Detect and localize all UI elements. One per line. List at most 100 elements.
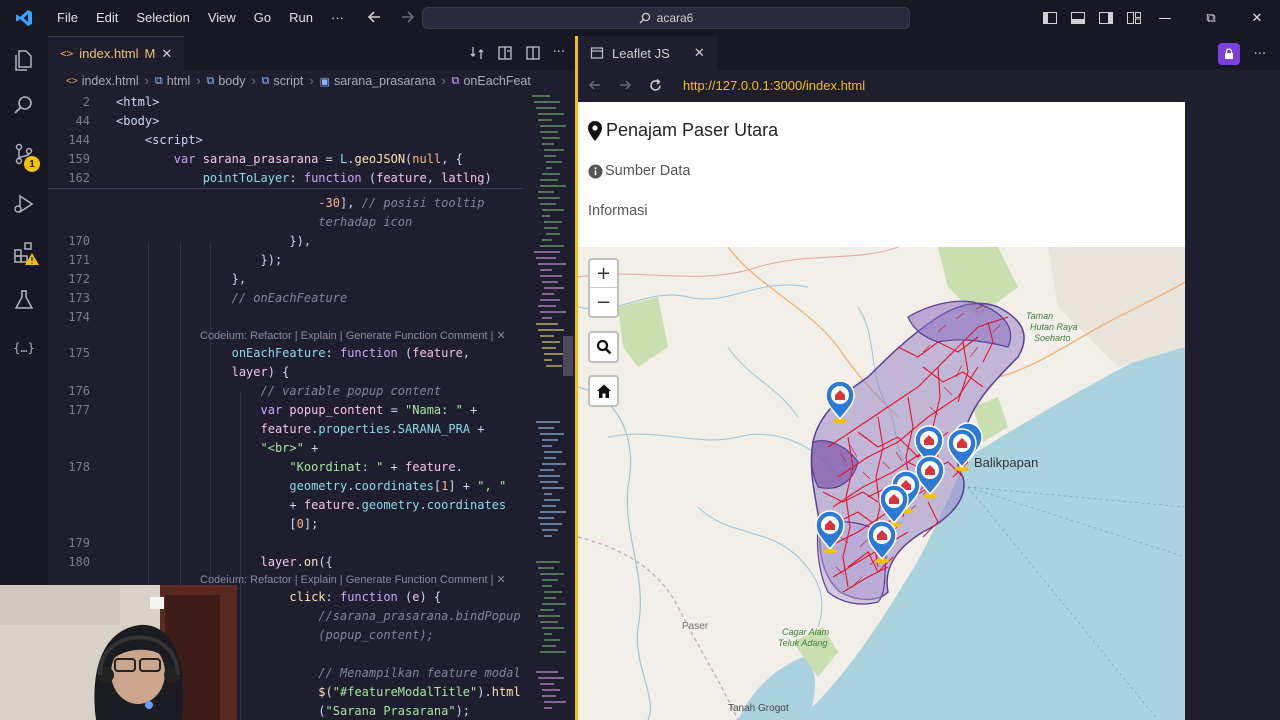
map-search-button[interactable] [590, 333, 617, 361]
close-tab-icon[interactable]: ✕ [694, 45, 705, 61]
breadcrumb-html[interactable]: html [167, 74, 191, 88]
menu-view[interactable]: View [199, 0, 245, 36]
html-file-icon: <> [66, 75, 78, 87]
browser-tab-leaflet[interactable]: Leaflet JS ✕ [578, 36, 717, 70]
testing-flask-icon[interactable] [12, 288, 36, 312]
brand-title: Penajam Paser Utara [606, 120, 779, 140]
nav-sumber-data[interactable]: Sumber Data [588, 163, 690, 179]
home-control [588, 375, 619, 407]
restore-button[interactable]: ⧉ [1188, 0, 1234, 36]
code-line: 178 "Koordinat: " + feature. [68, 460, 463, 474]
minimize-button[interactable]: — [1142, 0, 1188, 36]
menu-selection[interactable]: Selection [127, 0, 198, 36]
symbol-tag-icon: ⧉ [206, 74, 215, 87]
webcam-presenter-image [0, 585, 237, 720]
more-actions-icon[interactable]: ··· [1254, 47, 1266, 62]
map-label-paser: Paser [682, 621, 709, 632]
symbol-tag-icon: ⧉ [154, 74, 163, 87]
code-line: 44 <body> [75, 114, 160, 128]
code-line: -30], // posisi tooltip [318, 196, 485, 210]
breadcrumb-method[interactable]: onEachFeat [463, 74, 530, 88]
compare-changes-icon[interactable] [469, 45, 485, 61]
menu-bar: File Edit Selection View Go Run ··· [48, 0, 353, 36]
toggle-panel-icon[interactable] [1070, 10, 1086, 26]
code-line: 162 pointToLayer: function (feature, lat… [68, 171, 492, 185]
forward-arrow-icon[interactable] [400, 8, 416, 26]
run-debug-icon[interactable] [12, 192, 36, 216]
workspace-name: acara6 [656, 11, 694, 25]
code-line: 179 [68, 536, 90, 550]
toggle-primary-sidebar-icon[interactable] [1042, 10, 1058, 26]
more-actions-icon[interactable]: ··· [553, 45, 565, 61]
lock-icon[interactable] [1217, 43, 1240, 65]
menu-file[interactable]: File [48, 0, 87, 36]
menu-edit[interactable]: Edit [87, 0, 127, 36]
source-control-badge: 1 [24, 156, 40, 172]
browser-tab-title: Leaflet JS [612, 45, 670, 61]
map-tiles [578, 247, 1185, 720]
json-braces-icon[interactable]: {…} [12, 336, 36, 360]
browser-address-bar: http://127.0.0.1:3000/index.html [578, 70, 1280, 100]
title-bar: File Edit Selection View Go Run ··· acar… [0, 0, 1280, 36]
code-line: layer) { [231, 365, 290, 379]
close-tab-icon[interactable]: ✕ [161, 46, 172, 62]
reload-icon[interactable] [648, 78, 663, 93]
breadcrumb-script[interactable]: script [274, 74, 304, 88]
info-circle-icon [588, 164, 603, 178]
code-line: 177 var popup_content = "Nama: " + [68, 403, 478, 417]
breadcrumb: <> index.html › ⧉ html › ⧉ body › ⧉ script ›… [66, 74, 531, 88]
open-preview-icon[interactable] [497, 45, 513, 61]
breadcrumb-file[interactable]: index.html [82, 74, 139, 88]
code-line: [0]; [116, 517, 319, 531]
browser-preview-pane: Leaflet JS ✕ ··· http://127.0.0.1:3000/i… [578, 36, 1280, 720]
symbol-tag-icon: ⧉ [261, 74, 270, 87]
toggle-secondary-sidebar-icon[interactable] [1098, 10, 1114, 26]
map-marker-icon [588, 120, 602, 141]
split-editor-icon[interactable] [525, 45, 541, 61]
back-arrow-icon[interactable] [588, 78, 602, 92]
search-icon [639, 12, 650, 24]
map-label-balikpapan: Balikpapan [974, 455, 1039, 470]
browser-preview-icon [590, 47, 604, 59]
map-label-teluk-adang: Teluk Adang [778, 638, 828, 648]
customize-layout-icon[interactable] [1126, 10, 1142, 26]
code-line: geometry.coordinates[1] + ", " [289, 479, 507, 493]
search-icon[interactable] [12, 93, 36, 117]
navbar-brand[interactable]: Penajam Paser Utara [588, 120, 778, 141]
explorer-icon[interactable] [12, 48, 36, 72]
html-file-icon: <> [60, 47, 74, 60]
menu-go[interactable]: Go [245, 0, 280, 36]
codeium-lens[interactable]: Codeium: Refactor | Explain | Generate F… [200, 573, 506, 586]
code-line: 180 layer.on({ [68, 555, 333, 569]
editor-tab-bar: <> index.html M ✕ ··· [48, 36, 575, 70]
nav-informasi[interactable]: Informasi [588, 203, 648, 219]
close-window-button[interactable]: ✕ [1234, 0, 1280, 36]
tab-filename: index.html [79, 46, 139, 61]
codeium-lens[interactable]: Codeium: Refactor | Explain | Generate F… [200, 329, 506, 342]
forward-arrow-icon[interactable] [618, 78, 632, 92]
code-line: "<br>" + [260, 441, 319, 455]
search-icon [596, 339, 611, 355]
web-page: Penajam Paser Utara Sumber Data Informas… [578, 102, 1185, 720]
editor-tab-index-html[interactable]: <> index.html M ✕ [48, 36, 185, 70]
command-center-search[interactable]: acara6 [422, 7, 910, 29]
url-field[interactable]: http://127.0.0.1:3000/index.html [683, 78, 865, 93]
zoom-out-button[interactable]: − [590, 288, 617, 316]
home-icon [596, 384, 611, 398]
home-button[interactable] [590, 377, 617, 405]
code-line: 174 [68, 310, 90, 324]
vscode-logo-icon [0, 0, 48, 36]
code-line: 2 <html> [82, 95, 160, 109]
code-line: 176 // variable popup content [68, 384, 442, 398]
breadcrumb-body[interactable]: body [218, 74, 245, 88]
minimap[interactable] [530, 92, 570, 720]
breadcrumb-variable[interactable]: sarana_prasarana [334, 74, 435, 88]
menu-run[interactable]: Run [280, 0, 322, 36]
leaflet-map[interactable]: Taman Hutan Raya Soeharto Balikpapan Pas… [578, 247, 1185, 720]
zoom-in-button[interactable]: + [590, 260, 617, 288]
code-line: 171 }); [68, 253, 283, 267]
warning-badge-icon [25, 253, 39, 265]
editor-scrollbar-thumb[interactable] [563, 336, 573, 376]
menu-more[interactable]: ··· [322, 0, 353, 36]
back-arrow-icon[interactable] [366, 8, 382, 26]
